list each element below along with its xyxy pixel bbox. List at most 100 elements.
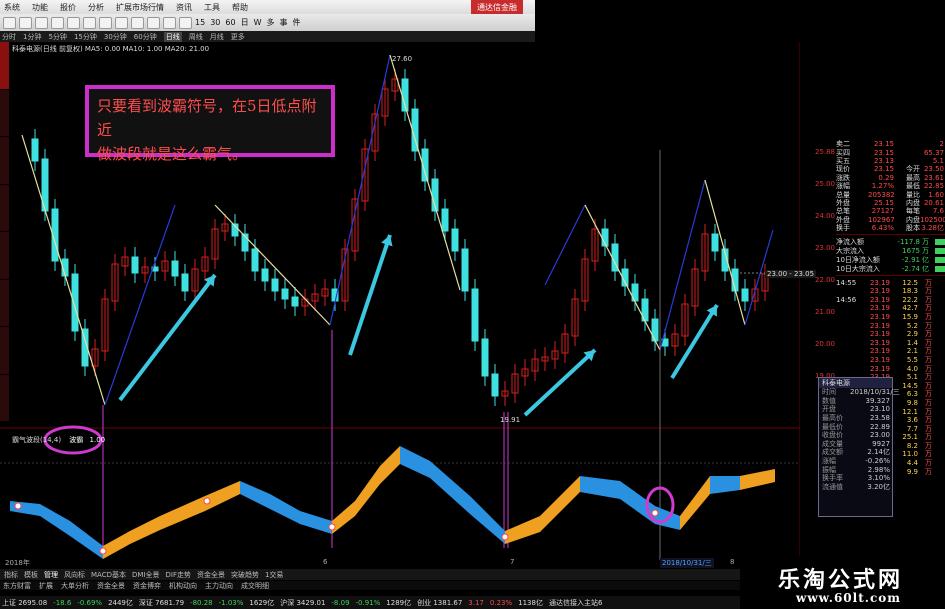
candle-body — [271, 278, 279, 292]
tick-cell: 23.19 — [869, 321, 890, 330]
indicator-tab[interactable]: 指标 — [4, 570, 18, 580]
price-axis-tick: 23.00 — [814, 244, 835, 252]
candle-body — [441, 208, 449, 232]
indicator-tab[interactable]: DIF走势 — [165, 570, 190, 580]
candle-body — [251, 248, 259, 272]
candle-body — [471, 288, 479, 342]
tick-cell: 23.19 — [869, 278, 890, 287]
panel-tab[interactable]: 资金全景 — [97, 581, 125, 591]
status-item: 1629亿 — [249, 598, 275, 607]
flow-value: -117.8 — [897, 237, 920, 246]
popup-value: 2018/10/31/三 — [850, 388, 900, 397]
candle-body — [461, 248, 469, 292]
annotation-callout: 只要看到波霸符号，在5日低点附近 做波段就是这么霸气。 — [85, 85, 335, 163]
panel-tab[interactable]: 成交明细 — [241, 581, 269, 591]
candle-body — [481, 338, 489, 377]
indicator-band-up — [680, 476, 710, 530]
popup-value: -0.26% — [865, 457, 890, 466]
indicator-tab[interactable]: 管理 — [44, 570, 58, 580]
tick-cell: 23.19 — [869, 347, 890, 356]
indicator-tab[interactable]: MACD基本 — [91, 570, 126, 580]
panel-tab[interactable]: 东方财富 — [3, 581, 31, 591]
tick-cell: 9.9 — [906, 467, 918, 476]
quote-cell: 102967 — [868, 215, 895, 224]
tick-cell: 4.0 — [906, 364, 918, 373]
indicator-tab[interactable]: 风向标 — [64, 570, 85, 580]
panel-tabs: 东方财富 扩展 大单分析 资金全景 资金博弈 机构动向 主力动向 成交明细 — [0, 581, 800, 590]
tick-cell: 5.1 — [906, 373, 918, 382]
panel-tab[interactable]: 机构动向 — [169, 581, 197, 591]
indicator-band-down — [430, 461, 470, 514]
panel-tab[interactable]: 主力动向 — [205, 581, 233, 591]
status-item: -8.09 — [331, 598, 350, 607]
tick-cell: 14:56 — [836, 295, 857, 304]
quote-cell: 2 — [939, 140, 944, 149]
kline-chart[interactable] — [0, 0, 800, 560]
tick-cell: 42.7 — [902, 304, 918, 313]
indicator-band-down — [710, 476, 740, 494]
quote-cell: 23.13 — [873, 156, 894, 165]
popup-value: 3.20亿 — [867, 482, 890, 491]
quote-cell: 20.61 — [923, 198, 944, 207]
indicator-tab[interactable]: DMI全景 — [132, 570, 160, 580]
tick-cell: 11.0 — [902, 450, 918, 459]
quote-cell: 7.6 — [932, 207, 944, 216]
popup-value: 2.98% — [867, 465, 890, 474]
indicator-tab[interactable]: 突破趋势 — [231, 570, 259, 580]
indicator-tab[interactable]: 1交易 — [265, 570, 283, 580]
indicator-band-down — [270, 494, 300, 524]
app-window: 系统 功能 报价 分析 扩展市场行情 资讯 工具 帮助 通达信金融 15 30 60 日 W 多事件 分时… — [0, 0, 945, 609]
flow-bar — [935, 256, 945, 263]
indicator-tag: 波霸 — [69, 436, 84, 444]
signal-dot — [99, 547, 107, 555]
up-trend-line — [329, 54, 391, 326]
panel-tab[interactable]: 资金博弈 — [133, 581, 161, 591]
data-popup-window[interactable]: 科泰电源 时间 2018/10/31/三 数值 39.327 开盘 23.10 最高价 23.5… — [818, 377, 900, 517]
candle-body — [31, 138, 39, 162]
tick-cell: 9.8 — [906, 398, 918, 407]
date-axis-label: 6 — [323, 558, 328, 566]
tick-cell: 14:55 — [836, 278, 857, 287]
panel-tab[interactable]: 扩展 — [39, 581, 53, 591]
down-trend-line — [704, 179, 746, 326]
flow-bar — [935, 238, 945, 245]
quote-cell: 205382 — [868, 190, 895, 199]
status-item: 通达信接入主站6 — [548, 598, 603, 607]
indicator-tab[interactable]: 资金全景 — [197, 570, 225, 580]
tick-cell: 23.19 — [869, 304, 890, 313]
popup-row: 流通值 3.20亿 — [819, 483, 892, 492]
high-value-label: 27.60 — [392, 55, 413, 63]
candle-body — [451, 228, 459, 252]
flow-value: -2.74 — [901, 264, 920, 273]
down-trend-line — [214, 204, 331, 326]
tick-cell: 12.5 — [902, 278, 918, 287]
status-item: 上证 2695.08 — [2, 598, 48, 607]
brand-watermark: 乐淘公式网 www.60lt.com — [740, 556, 945, 609]
indicator-band-up — [205, 481, 240, 511]
tick-cell: 23.19 — [869, 355, 890, 364]
brand-name: 乐淘公式网 — [778, 567, 904, 593]
flow-row: 10日大宗流入 -2.74 亿 — [836, 264, 945, 273]
tick-cell: 25.1 — [902, 433, 918, 442]
status-item: -80.28 — [190, 598, 213, 607]
signal-dot — [651, 509, 659, 517]
price-axis-tick: 20.00 — [814, 340, 835, 348]
quote-cell: 22.85 — [923, 182, 944, 191]
tick-cell: 5.2 — [906, 321, 918, 330]
price-axis-tick: 21.00 — [814, 308, 835, 316]
indicator-tab[interactable]: 模板 — [24, 570, 38, 580]
status-item: -18.6 — [53, 598, 72, 607]
quote-separator — [836, 234, 945, 236]
status-item: 0.23% — [489, 598, 513, 607]
panel-tab[interactable]: 大单分析 — [61, 581, 89, 591]
status-item: 2449亿 — [108, 598, 133, 607]
callout-line-1: 只要看到波霸符号，在5日低点附近 — [97, 97, 317, 139]
indicator-band-up — [505, 516, 540, 544]
quote-cell: 65.37 — [923, 148, 944, 157]
flow-value: -2.91 — [901, 255, 920, 264]
popup-label: 流通值 — [822, 482, 843, 491]
tick-cell: 2.1 — [906, 347, 918, 356]
indicator-band-up — [740, 469, 775, 490]
indicator-band-up — [130, 516, 160, 544]
date-axis-label: 8 — [730, 558, 735, 566]
